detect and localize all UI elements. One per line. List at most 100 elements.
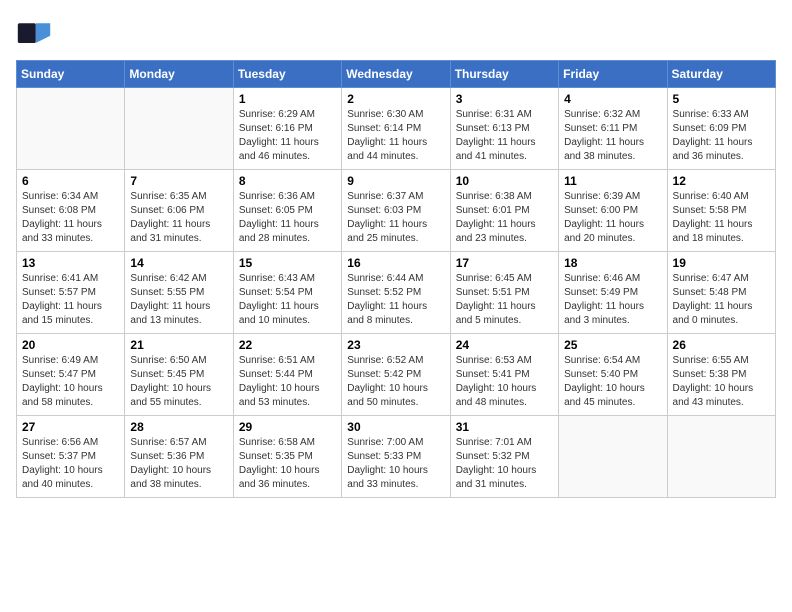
column-header-monday: Monday [125,61,233,88]
day-number: 25 [564,338,661,352]
day-headers-row: SundayMondayTuesdayWednesdayThursdayFrid… [17,61,776,88]
day-info: Sunrise: 6:55 AM Sunset: 5:38 PM Dayligh… [673,354,770,410]
day-info: Sunrise: 6:47 AM Sunset: 5:48 PM Dayligh… [673,272,770,328]
day-info: Sunrise: 6:58 AM Sunset: 5:35 PM Dayligh… [239,436,336,492]
day-number: 26 [673,338,770,352]
day-number: 23 [347,338,444,352]
calendar-cell: 4 Sunrise: 6:32 AM Sunset: 6:11 PM Daylig… [559,88,667,170]
day-info: Sunrise: 6:42 AM Sunset: 5:55 PM Dayligh… [130,272,227,328]
day-info: Sunrise: 6:36 AM Sunset: 6:05 PM Dayligh… [239,190,336,246]
calendar-cell [559,416,667,498]
day-number: 1 [239,92,336,106]
day-number: 7 [130,174,227,188]
calendar-cell: 9 Sunrise: 6:37 AM Sunset: 6:03 PM Daylig… [342,170,450,252]
day-number: 20 [22,338,119,352]
day-number: 4 [564,92,661,106]
day-info: Sunrise: 6:49 AM Sunset: 5:47 PM Dayligh… [22,354,119,410]
day-info: Sunrise: 6:29 AM Sunset: 6:16 PM Dayligh… [239,108,336,164]
day-info: Sunrise: 6:31 AM Sunset: 6:13 PM Dayligh… [456,108,553,164]
calendar-cell: 31 Sunrise: 7:01 AM Sunset: 5:32 PM Dayli… [450,416,558,498]
day-info: Sunrise: 7:00 AM Sunset: 5:33 PM Dayligh… [347,436,444,492]
calendar-cell: 11 Sunrise: 6:39 AM Sunset: 6:00 PM Dayli… [559,170,667,252]
day-info: Sunrise: 6:45 AM Sunset: 5:51 PM Dayligh… [456,272,553,328]
day-number: 6 [22,174,119,188]
day-info: Sunrise: 6:44 AM Sunset: 5:52 PM Dayligh… [347,272,444,328]
day-number: 8 [239,174,336,188]
calendar-cell: 13 Sunrise: 6:41 AM Sunset: 5:57 PM Dayli… [17,252,125,334]
day-number: 15 [239,256,336,270]
calendar-cell: 8 Sunrise: 6:36 AM Sunset: 6:05 PM Daylig… [233,170,341,252]
day-number: 22 [239,338,336,352]
day-info: Sunrise: 6:46 AM Sunset: 5:49 PM Dayligh… [564,272,661,328]
column-header-saturday: Saturday [667,61,775,88]
logo-icon [16,16,52,52]
calendar-cell: 1 Sunrise: 6:29 AM Sunset: 6:16 PM Daylig… [233,88,341,170]
day-number: 27 [22,420,119,434]
day-info: Sunrise: 6:52 AM Sunset: 5:42 PM Dayligh… [347,354,444,410]
calendar-cell: 15 Sunrise: 6:43 AM Sunset: 5:54 PM Dayli… [233,252,341,334]
day-info: Sunrise: 6:57 AM Sunset: 5:36 PM Dayligh… [130,436,227,492]
day-number: 29 [239,420,336,434]
day-number: 17 [456,256,553,270]
day-number: 30 [347,420,444,434]
column-header-friday: Friday [559,61,667,88]
day-info: Sunrise: 6:40 AM Sunset: 5:58 PM Dayligh… [673,190,770,246]
calendar-cell: 25 Sunrise: 6:54 AM Sunset: 5:40 PM Dayli… [559,334,667,416]
day-info: Sunrise: 6:50 AM Sunset: 5:45 PM Dayligh… [130,354,227,410]
calendar-table: SundayMondayTuesdayWednesdayThursdayFrid… [16,60,776,498]
column-header-thursday: Thursday [450,61,558,88]
calendar-cell: 18Sunrise: 6:46 AM Sunset: 5:49 PM Dayli… [559,252,667,334]
calendar-cell [125,88,233,170]
day-number: 5 [673,92,770,106]
calendar-cell: 26 Sunrise: 6:55 AM Sunset: 5:38 PM Dayli… [667,334,775,416]
day-info: Sunrise: 6:35 AM Sunset: 6:06 PM Dayligh… [130,190,227,246]
calendar-cell: 2 Sunrise: 6:30 AM Sunset: 6:14 PM Daylig… [342,88,450,170]
calendar-cell: 6 Sunrise: 6:34 AM Sunset: 6:08 PM Daylig… [17,170,125,252]
day-number: 14 [130,256,227,270]
day-info: Sunrise: 7:01 AM Sunset: 5:32 PM Dayligh… [456,436,553,492]
logo [16,16,56,52]
week-row-5: 27 Sunrise: 6:56 AM Sunset: 5:37 PM Dayli… [17,416,776,498]
day-info: Sunrise: 6:33 AM Sunset: 6:09 PM Dayligh… [673,108,770,164]
week-row-3: 13 Sunrise: 6:41 AM Sunset: 5:57 PM Dayli… [17,252,776,334]
page-header [16,16,776,52]
day-number: 2 [347,92,444,106]
calendar-cell: 19 Sunrise: 6:47 AM Sunset: 5:48 PM Dayli… [667,252,775,334]
day-number: 3 [456,92,553,106]
day-info: Sunrise: 6:34 AM Sunset: 6:08 PM Dayligh… [22,190,119,246]
calendar-cell: 22Sunrise: 6:51 AM Sunset: 5:44 PM Dayli… [233,334,341,416]
day-number: 10 [456,174,553,188]
day-number: 11 [564,174,661,188]
day-number: 9 [347,174,444,188]
day-info: Sunrise: 6:41 AM Sunset: 5:57 PM Dayligh… [22,272,119,328]
calendar-cell: 23 Sunrise: 6:52 AM Sunset: 5:42 PM Dayli… [342,334,450,416]
week-row-4: 20 Sunrise: 6:49 AM Sunset: 5:47 PM Dayli… [17,334,776,416]
calendar-cell: 20 Sunrise: 6:49 AM Sunset: 5:47 PM Dayli… [17,334,125,416]
day-number: 19 [673,256,770,270]
day-number: 21 [130,338,227,352]
day-info: Sunrise: 6:53 AM Sunset: 5:41 PM Dayligh… [456,354,553,410]
column-header-sunday: Sunday [17,61,125,88]
day-info: Sunrise: 6:32 AM Sunset: 6:11 PM Dayligh… [564,108,661,164]
calendar-cell: 28Sunrise: 6:57 AM Sunset: 5:36 PM Dayli… [125,416,233,498]
calendar-cell: 24 Sunrise: 6:53 AM Sunset: 5:41 PM Dayli… [450,334,558,416]
column-header-tuesday: Tuesday [233,61,341,88]
day-info: Sunrise: 6:43 AM Sunset: 5:54 PM Dayligh… [239,272,336,328]
column-header-wednesday: Wednesday [342,61,450,88]
week-row-2: 6 Sunrise: 6:34 AM Sunset: 6:08 PM Daylig… [17,170,776,252]
week-row-1: 1 Sunrise: 6:29 AM Sunset: 6:16 PM Daylig… [17,88,776,170]
calendar-cell: 5 Sunrise: 6:33 AM Sunset: 6:09 PM Daylig… [667,88,775,170]
calendar-cell: 16Sunrise: 6:44 AM Sunset: 5:52 PM Dayli… [342,252,450,334]
calendar-cell: 29 Sunrise: 6:58 AM Sunset: 5:35 PM Dayli… [233,416,341,498]
day-info: Sunrise: 6:54 AM Sunset: 5:40 PM Dayligh… [564,354,661,410]
day-number: 13 [22,256,119,270]
day-info: Sunrise: 6:37 AM Sunset: 6:03 PM Dayligh… [347,190,444,246]
calendar-cell: 10Sunrise: 6:38 AM Sunset: 6:01 PM Dayli… [450,170,558,252]
calendar-cell [667,416,775,498]
day-number: 24 [456,338,553,352]
day-info: Sunrise: 6:39 AM Sunset: 6:00 PM Dayligh… [564,190,661,246]
day-info: Sunrise: 6:30 AM Sunset: 6:14 PM Dayligh… [347,108,444,164]
day-info: Sunrise: 6:56 AM Sunset: 5:37 PM Dayligh… [22,436,119,492]
day-number: 31 [456,420,553,434]
calendar-cell: 21 Sunrise: 6:50 AM Sunset: 5:45 PM Dayli… [125,334,233,416]
